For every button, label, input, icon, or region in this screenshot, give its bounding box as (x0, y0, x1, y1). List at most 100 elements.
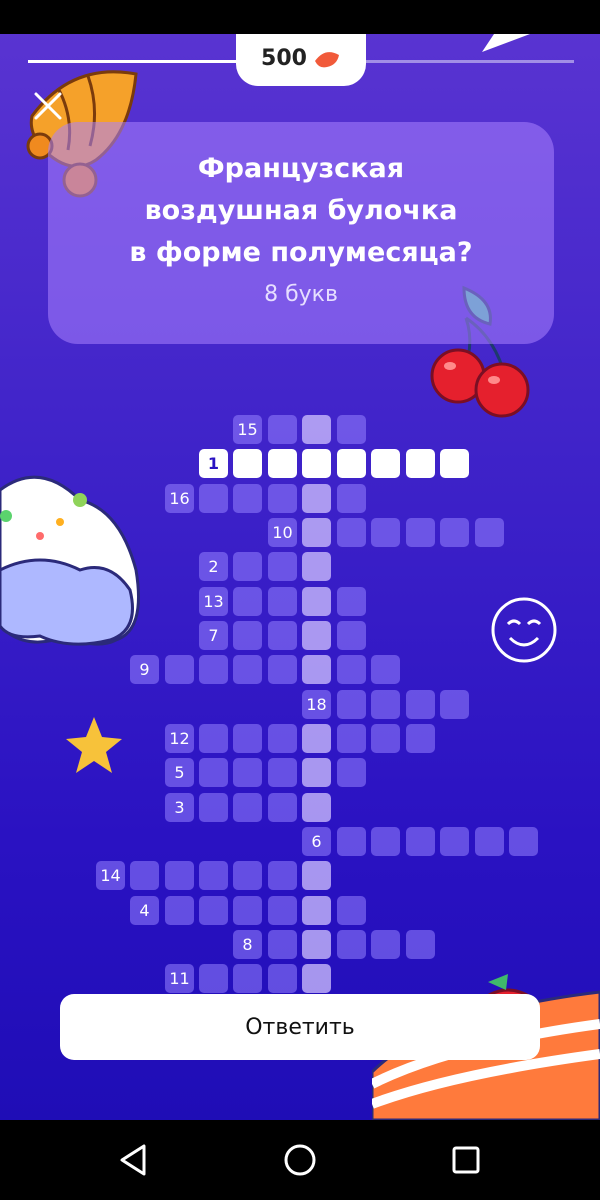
answer-button[interactable]: Ответить (60, 994, 540, 1060)
crossword-cell[interactable] (268, 587, 297, 616)
crossword-cell[interactable] (302, 587, 331, 616)
clue-number[interactable]: 4 (130, 896, 159, 925)
crossword-cell[interactable] (233, 793, 262, 822)
recents-icon[interactable] (446, 1140, 486, 1180)
crossword-cell[interactable] (268, 896, 297, 925)
crossword-cell[interactable] (233, 587, 262, 616)
crossword-cell[interactable] (337, 621, 366, 650)
crossword-cell[interactable] (371, 930, 400, 959)
crossword-cell[interactable] (130, 861, 159, 890)
active-cell[interactable] (440, 449, 469, 478)
clue-number[interactable]: 7 (199, 621, 228, 650)
crossword-cell[interactable] (199, 758, 228, 787)
crossword-cell[interactable] (302, 758, 331, 787)
crossword-cell[interactable] (440, 690, 469, 719)
crossword-cell[interactable] (302, 484, 331, 513)
crossword-cell[interactable] (199, 655, 228, 684)
crossword-cell[interactable] (337, 484, 366, 513)
crossword-cell[interactable] (371, 518, 400, 547)
crossword-cell[interactable] (233, 484, 262, 513)
crossword-cell[interactable] (199, 896, 228, 925)
clue-number[interactable]: 9 (130, 655, 159, 684)
crossword-cell[interactable] (268, 415, 297, 444)
clue-number[interactable]: 10 (268, 518, 297, 547)
active-cell[interactable] (233, 449, 262, 478)
clue-number[interactable]: 14 (96, 861, 125, 890)
crossword-cell[interactable] (233, 896, 262, 925)
clue-number[interactable]: 12 (165, 724, 194, 753)
clue-number[interactable]: 13 (199, 587, 228, 616)
crossword-cell[interactable] (440, 827, 469, 856)
crossword-cell[interactable] (302, 724, 331, 753)
crossword-cell[interactable] (268, 484, 297, 513)
crossword-cell[interactable] (302, 621, 331, 650)
clue-number[interactable]: 15 (233, 415, 262, 444)
crossword-cell[interactable] (406, 930, 435, 959)
crossword-cell[interactable] (337, 655, 366, 684)
crossword-cell[interactable] (337, 896, 366, 925)
crossword-cell[interactable] (475, 518, 504, 547)
crossword-cell[interactable] (233, 964, 262, 993)
crossword-cell[interactable] (406, 827, 435, 856)
crossword-cell[interactable] (302, 552, 331, 581)
crossword-cell[interactable] (302, 896, 331, 925)
crossword-cell[interactable] (268, 655, 297, 684)
crossword-cell[interactable] (337, 587, 366, 616)
crossword-cell[interactable] (199, 484, 228, 513)
crossword-cell[interactable] (337, 758, 366, 787)
crossword-cell[interactable] (233, 861, 262, 890)
crossword-cell[interactable] (406, 690, 435, 719)
crossword-cell[interactable] (199, 964, 228, 993)
crossword-cell[interactable] (302, 930, 331, 959)
crossword-cell[interactable] (302, 964, 331, 993)
back-icon[interactable] (114, 1140, 154, 1180)
crossword-cell[interactable] (199, 861, 228, 890)
crossword-cell[interactable] (371, 827, 400, 856)
crossword-cell[interactable] (302, 655, 331, 684)
crossword-cell[interactable] (233, 655, 262, 684)
clue-number[interactable]: 6 (302, 827, 331, 856)
active-cell[interactable] (268, 449, 297, 478)
clue-number[interactable]: 11 (165, 964, 194, 993)
crossword-cell[interactable] (302, 518, 331, 547)
crossword-cell[interactable] (233, 621, 262, 650)
home-icon[interactable] (280, 1140, 320, 1180)
crossword-cell[interactable] (302, 861, 331, 890)
crossword-cell[interactable] (268, 964, 297, 993)
crossword-cell[interactable] (268, 758, 297, 787)
crossword-cell[interactable] (337, 827, 366, 856)
crossword-cell[interactable] (475, 827, 504, 856)
crossword-cell[interactable] (302, 793, 331, 822)
crossword-cell[interactable] (165, 861, 194, 890)
crossword-cell[interactable] (337, 724, 366, 753)
clue-number[interactable]: 8 (233, 930, 262, 959)
crossword-cell[interactable] (268, 861, 297, 890)
crossword-cell[interactable] (406, 518, 435, 547)
crossword-cell[interactable] (199, 793, 228, 822)
crossword-cell[interactable] (337, 690, 366, 719)
active-cell[interactable] (371, 449, 400, 478)
crossword-cell[interactable] (371, 690, 400, 719)
crossword-cell[interactable] (406, 724, 435, 753)
active-cell[interactable] (406, 449, 435, 478)
crossword-cell[interactable] (165, 896, 194, 925)
crossword-cell[interactable] (337, 415, 366, 444)
crossword-cell[interactable] (233, 552, 262, 581)
crossword-cell[interactable] (233, 758, 262, 787)
active-cell[interactable] (302, 449, 331, 478)
crossword-cell[interactable] (268, 793, 297, 822)
crossword-cell[interactable] (268, 621, 297, 650)
crossword-cell[interactable] (302, 415, 331, 444)
clue-number[interactable]: 16 (165, 484, 194, 513)
clue-number-active[interactable]: 1 (199, 449, 228, 478)
clue-number[interactable]: 2 (199, 552, 228, 581)
crossword-cell[interactable] (440, 518, 469, 547)
crossword-cell[interactable] (337, 930, 366, 959)
crossword-cell[interactable] (199, 724, 228, 753)
crossword-cell[interactable] (268, 930, 297, 959)
crossword-cell[interactable] (371, 655, 400, 684)
crossword-cell[interactable] (268, 552, 297, 581)
clue-number[interactable]: 18 (302, 690, 331, 719)
clue-number[interactable]: 5 (165, 758, 194, 787)
crossword-cell[interactable] (165, 655, 194, 684)
